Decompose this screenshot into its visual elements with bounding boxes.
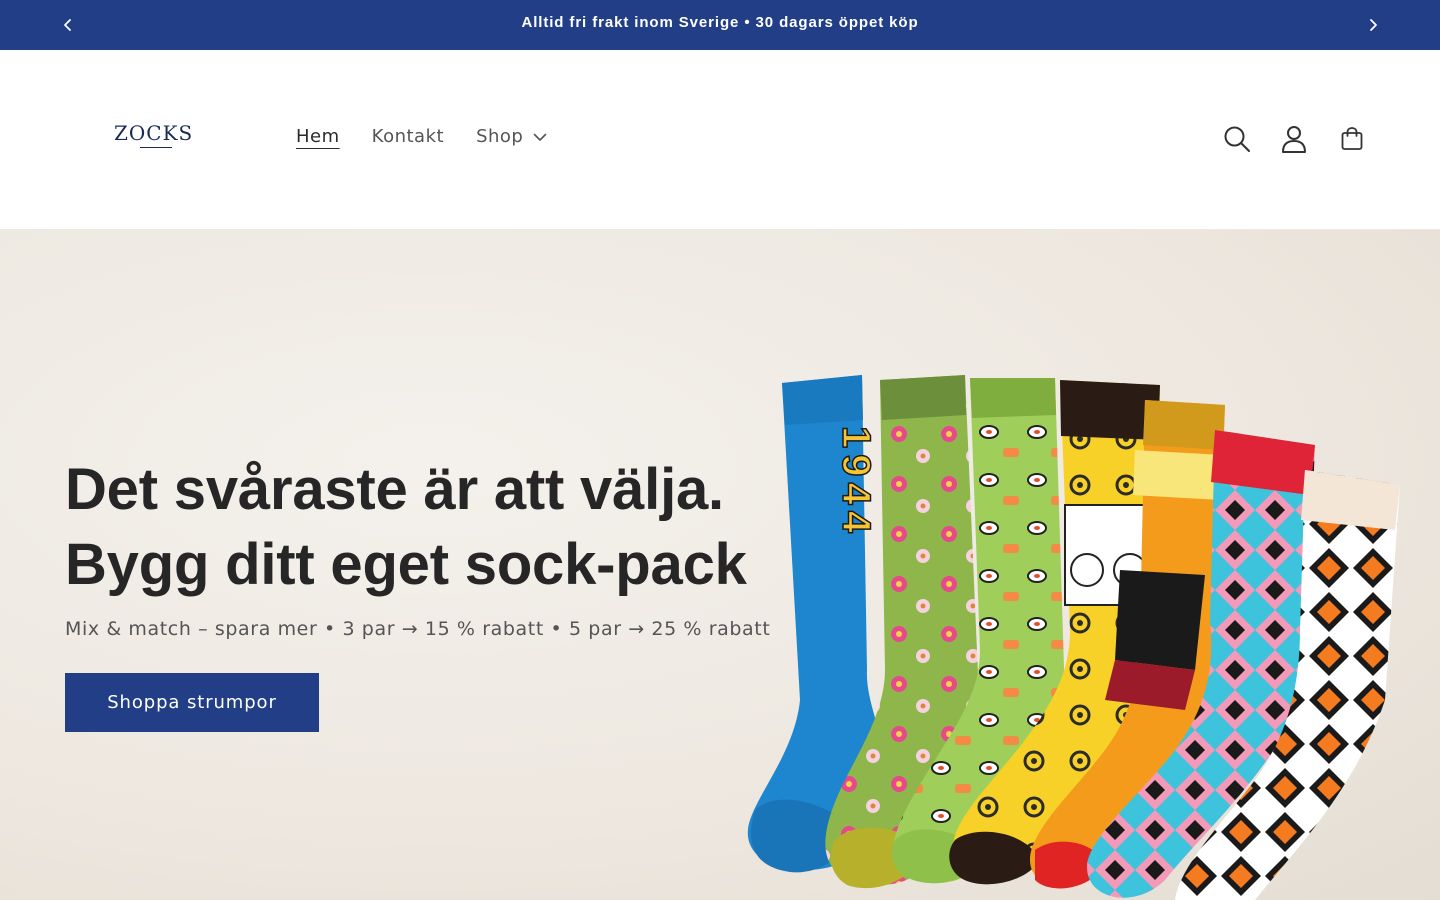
nav-item-shop[interactable]: Shop — [476, 126, 547, 147]
hero-banner: 1944 Det svåraste är att välja. Bygg dit… — [0, 230, 1440, 900]
cart-icon[interactable] — [1337, 124, 1367, 154]
announcement-text: Alltid fri frakt inom Sverige • 30 dagar… — [521, 14, 919, 31]
shop-socks-button[interactable]: Shoppa strumpor — [65, 673, 319, 732]
logo[interactable]: ZOCKS — [114, 122, 200, 148]
search-icon[interactable] — [1222, 124, 1252, 154]
chevron-down-icon — [534, 133, 547, 141]
hero-subtitle: Mix & match – spara mer • 3 par → 15 % r… — [65, 618, 771, 640]
main-nav: Hem Kontakt Shop — [296, 126, 579, 147]
socks-image: 1944 — [747, 375, 1400, 900]
hero-title: Det svåraste är att välja. Bygg ditt ege… — [65, 452, 747, 602]
logo-text: ZOCKS — [114, 121, 194, 145]
logo-underline — [140, 147, 172, 148]
account-icon[interactable] — [1279, 124, 1309, 154]
nav-item-hem[interactable]: Hem — [296, 126, 340, 147]
nav-item-kontakt[interactable]: Kontakt — [372, 126, 444, 147]
announcement-next-arrow-icon[interactable] — [1361, 13, 1385, 37]
nav-item-shop-label: Shop — [476, 126, 524, 147]
sock-number-text: 1944 — [834, 426, 878, 539]
site-header: ZOCKS Hem Kontakt Shop — [0, 50, 1440, 230]
announcement-bar: Alltid fri frakt inom Sverige • 30 dagar… — [0, 0, 1440, 50]
hero-title-line2: Bygg ditt eget sock-pack — [65, 532, 747, 597]
hero-title-line1: Det svåraste är att välja. — [65, 457, 724, 522]
